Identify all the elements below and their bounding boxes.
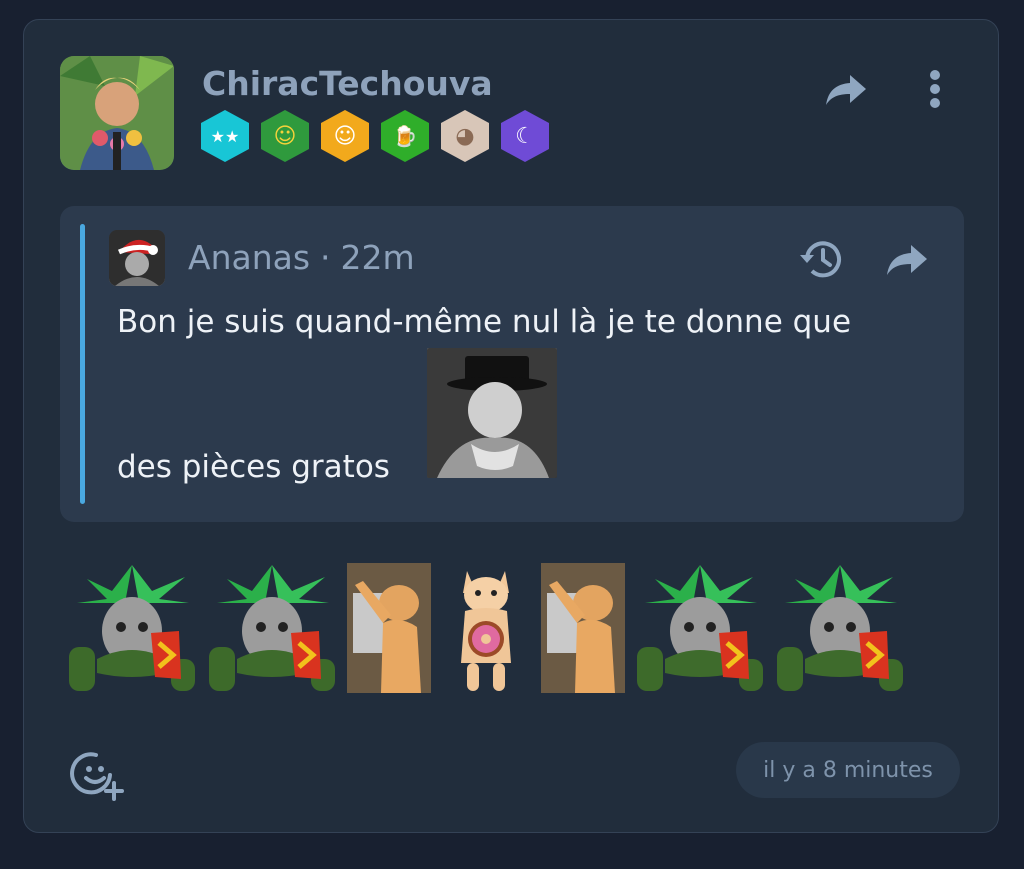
badge-glyph: ◕ bbox=[455, 123, 475, 149]
quote-accent-bar bbox=[80, 224, 85, 504]
inline-sticker-image bbox=[427, 348, 557, 478]
share-icon bbox=[826, 75, 866, 105]
badge-glyph: ☺ bbox=[333, 123, 357, 149]
user-avatar-icon bbox=[60, 56, 174, 170]
post-card: ChiracTechouva ★★ ☺ ☺ 🍺 ◕ ☾ Ananas · 22m… bbox=[23, 19, 999, 833]
pineapple-cat-icon bbox=[777, 565, 903, 691]
post-timestamp: il y a 8 minutes bbox=[736, 742, 960, 798]
more-vertical-icon bbox=[930, 70, 940, 108]
user-avatar[interactable] bbox=[60, 56, 174, 170]
pineapple-cat-icon bbox=[209, 565, 335, 691]
quoted-message[interactable]: Ananas · 22m Bon je suis quand-même nul … bbox=[60, 206, 964, 522]
pineapple-cat-sticker[interactable] bbox=[67, 563, 197, 693]
quote-time: 22m bbox=[340, 238, 415, 277]
hands-badge-icon[interactable]: ☺ bbox=[321, 110, 369, 162]
add-reaction-button[interactable] bbox=[70, 747, 124, 801]
quote-separator: · bbox=[320, 238, 331, 277]
moon-badge-icon[interactable]: ☾ bbox=[501, 110, 549, 162]
stars-badge-icon[interactable]: ★★ bbox=[201, 110, 249, 162]
donut-cat-icon bbox=[461, 571, 511, 691]
man-in-top-hat-sticker-icon bbox=[427, 348, 557, 478]
quote-author-avatar-icon bbox=[109, 230, 165, 286]
quote-author-line: Ananas · 22m bbox=[188, 238, 415, 277]
quote-text-line-2: des pièces gratos bbox=[117, 449, 390, 485]
pineapple-cat-icon bbox=[637, 565, 763, 691]
share-icon bbox=[887, 245, 927, 275]
pineapple-cat-sticker[interactable] bbox=[207, 563, 337, 693]
dancing-cat-icon bbox=[541, 563, 625, 693]
dancing-cat-sticker[interactable] bbox=[541, 563, 625, 693]
pineapple-cat-sticker[interactable] bbox=[775, 563, 905, 693]
cat-badge-icon[interactable]: ◕ bbox=[441, 110, 489, 162]
badge-glyph: ☺ bbox=[273, 123, 297, 149]
santa-badge-icon[interactable]: ☺ bbox=[261, 110, 309, 162]
sticker-row bbox=[67, 563, 915, 693]
share-button[interactable] bbox=[821, 70, 871, 110]
badge-glyph: 🍺 bbox=[392, 124, 418, 148]
more-options-button[interactable] bbox=[920, 64, 950, 114]
quote-text-line-1: Bon je suis quand-même nul là je te donn… bbox=[117, 304, 852, 340]
pineapple-cat-icon bbox=[69, 565, 195, 691]
history-button[interactable] bbox=[794, 232, 848, 286]
quote-share-button[interactable] bbox=[882, 240, 932, 280]
badge-glyph: ★★ bbox=[210, 126, 240, 146]
username[interactable]: ChiracTechouva bbox=[202, 64, 493, 103]
add-reaction-icon bbox=[70, 752, 124, 801]
quote-author-name[interactable]: Ananas bbox=[188, 238, 310, 277]
history-icon bbox=[800, 241, 841, 278]
badge-glyph: ☾ bbox=[515, 123, 535, 149]
dancing-cat-icon bbox=[347, 563, 431, 693]
beer-badge-icon[interactable]: 🍺 bbox=[381, 110, 429, 162]
donut-cat-sticker[interactable] bbox=[441, 563, 531, 693]
pineapple-cat-sticker[interactable] bbox=[635, 563, 765, 693]
quote-author-avatar[interactable] bbox=[109, 230, 165, 286]
dancing-cat-sticker[interactable] bbox=[347, 563, 431, 693]
badge-list: ★★ ☺ ☺ 🍺 ◕ ☾ bbox=[201, 110, 549, 162]
